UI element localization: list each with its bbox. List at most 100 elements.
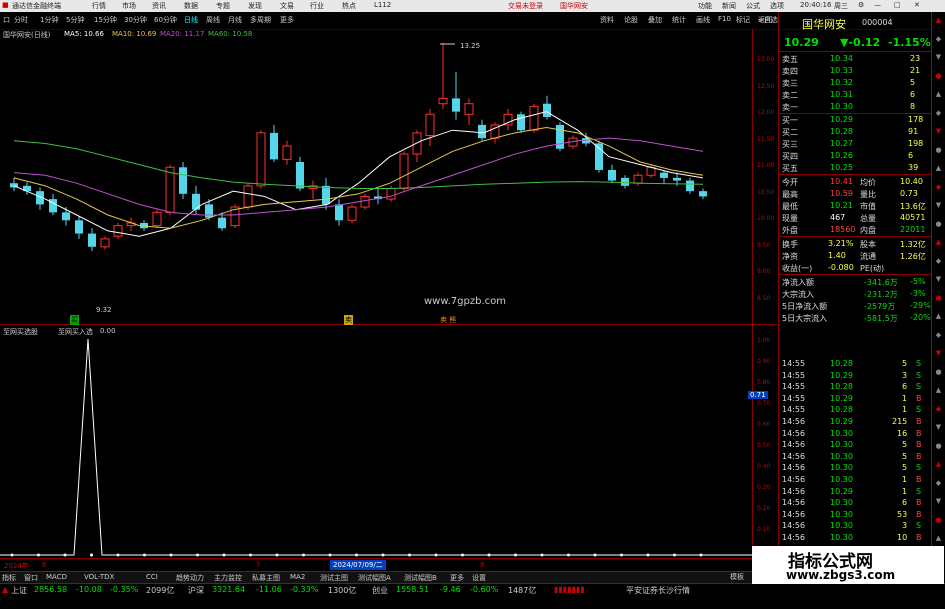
side-tool-icon[interactable]: ▼ — [933, 201, 944, 212]
indicator-tab[interactable]: MA2 — [290, 573, 305, 581]
quote-price-row: 10.29 ▼-0.12 -1.15% — [780, 36, 931, 50]
indicator-name[interactable]: 至网买选股 — [3, 327, 38, 337]
trade-login-link[interactable]: 交易未登录 — [508, 1, 543, 11]
maximize-icon[interactable]: □ — [894, 1, 901, 9]
period-15m[interactable]: 15分钟 — [94, 15, 117, 25]
side-tool-icon[interactable]: ▲ — [933, 238, 944, 249]
period-more[interactable]: 更多 — [280, 15, 294, 25]
indicator-tab[interactable]: CCI — [146, 573, 158, 581]
period-60m[interactable]: 60分钟 — [154, 15, 177, 25]
status-sh-label[interactable]: 上证 — [11, 585, 27, 596]
side-tool-icon[interactable]: ▼ — [933, 275, 944, 286]
indicator-tab[interactable]: VOL-TDX — [84, 573, 114, 581]
status-sz-label[interactable]: 沪深 — [188, 585, 204, 596]
trade-side: B — [916, 440, 922, 450]
side-tool-icon[interactable]: ◆ — [933, 331, 944, 342]
side-tool-icon[interactable]: ● — [933, 146, 944, 157]
indicator-chart[interactable] — [0, 337, 752, 557]
side-tool-icon[interactable]: ◆ — [933, 257, 944, 268]
side-tool-icon[interactable]: ● — [933, 72, 944, 83]
ask-volume: 5 — [910, 78, 916, 87]
status-sh-pct: -0.35% — [110, 585, 139, 594]
period-5m[interactable]: 5分钟 — [66, 15, 84, 25]
indicator-tab[interactable]: 设置 — [472, 573, 486, 583]
tool-stats[interactable]: 统计 — [672, 15, 686, 25]
tool-discuss[interactable]: 论股 — [624, 15, 638, 25]
period-daily[interactable]: 日线 — [184, 15, 198, 25]
side-tool-icon[interactable]: ● — [933, 442, 944, 453]
menu-newsfeed[interactable]: 新闻 — [722, 1, 736, 11]
indicator-value: 0.00 — [100, 327, 116, 335]
tool-mark[interactable]: 标记 — [736, 15, 750, 25]
side-tool-icon[interactable]: ▲ — [933, 386, 944, 397]
indicator-tab[interactable]: 更多 — [450, 573, 464, 583]
template-tab[interactable]: 模板 — [730, 572, 744, 582]
side-tool-icon[interactable]: ▲ — [933, 534, 944, 545]
menu-market[interactable]: 市场 — [122, 1, 136, 11]
tool-overlay[interactable]: 叠加 — [648, 15, 662, 25]
trade-volume: 53 — [897, 509, 908, 519]
side-tool-icon[interactable]: ▲ — [933, 164, 944, 175]
side-tool-icon[interactable]: ◆ — [933, 183, 944, 194]
close-icon[interactable]: ✕ — [914, 1, 920, 9]
period-weekly[interactable]: 周线 — [206, 15, 220, 25]
menu-data[interactable]: 数据 — [184, 1, 198, 11]
indicator-tab[interactable]: 主力监控 — [214, 573, 242, 583]
indicator-tab[interactable]: 私募主图 — [252, 573, 280, 583]
menu-topic[interactable]: 专题 — [216, 1, 230, 11]
kline-chart[interactable] — [0, 40, 752, 324]
menu-hot[interactable]: 热点 — [342, 1, 356, 11]
indicator-tab[interactable]: 测试主图 — [320, 573, 348, 583]
menu-formula[interactable]: 公式 — [746, 1, 760, 11]
side-tool-icon[interactable]: ▼ — [933, 423, 944, 434]
settings-icon[interactable]: ⚙ — [858, 1, 864, 9]
indicator-tab[interactable]: 指标 — [2, 573, 16, 583]
minimize-icon[interactable]: — — [874, 1, 881, 9]
status-cy-label[interactable]: 创业 — [372, 585, 388, 596]
menu-l112[interactable]: L112 — [374, 1, 391, 9]
period-monthly[interactable]: 月线 — [228, 15, 242, 25]
time-axis: 2024年 6 7 2024/07/09/二 8 — [0, 558, 752, 571]
menu-hq[interactable]: 行情 — [92, 1, 106, 11]
candle-body — [633, 174, 643, 184]
indicator-tab[interactable]: 窗口 — [24, 573, 38, 583]
menu-news[interactable]: 资讯 — [152, 1, 166, 11]
current-stock-link[interactable]: 国华网安 — [560, 1, 588, 11]
trade-side: B — [916, 428, 922, 438]
period-window[interactable]: 口 — [3, 15, 10, 25]
side-tool-icon[interactable]: ● — [933, 516, 944, 527]
side-tool-icon[interactable]: ◆ — [933, 35, 944, 46]
period-30m[interactable]: 30分钟 — [124, 15, 147, 25]
side-tool-icon[interactable]: ▼ — [933, 127, 944, 138]
menu-industry[interactable]: 行业 — [310, 1, 324, 11]
indicator-tab[interactable]: 测试幅图B — [404, 573, 437, 583]
side-tool-icon[interactable]: ◆ — [933, 109, 944, 120]
side-tool-icon[interactable]: ▼ — [933, 53, 944, 64]
side-tool-icon[interactable]: ▲ — [933, 90, 944, 101]
side-tool-icon[interactable]: ◆ — [933, 405, 944, 416]
tool-f10[interactable]: F10 — [718, 15, 731, 23]
period-tick[interactable]: 分时 — [14, 15, 28, 25]
menu-wenyi[interactable]: 文易 — [280, 1, 294, 11]
period-1m[interactable]: 1分钟 — [40, 15, 58, 25]
tool-back[interactable]: 返回 — [758, 15, 772, 25]
menu-options[interactable]: 选项 — [770, 1, 784, 11]
side-tool-icon[interactable]: ● — [933, 220, 944, 231]
tool-profile[interactable]: 资料 — [600, 15, 614, 25]
tool-draw[interactable]: 画线 — [696, 15, 710, 25]
right-scrollbar[interactable]: ▲◆▼●▲◆▼●▲◆▼●▲◆▼●▲◆▼●▲◆▼●▲◆▼●▲◆ — [931, 12, 945, 583]
side-tool-icon[interactable]: ◆ — [933, 479, 944, 490]
side-tool-icon[interactable]: ▼ — [933, 497, 944, 508]
indicator-tab[interactable]: 测试幅图A — [358, 573, 391, 583]
period-multi[interactable]: 多周期 — [250, 15, 271, 25]
indicator-tab[interactable]: MACD — [46, 573, 67, 581]
side-tool-icon[interactable]: ▼ — [933, 349, 944, 360]
menu-function[interactable]: 功能 — [698, 1, 712, 11]
side-tool-icon[interactable]: ▲ — [933, 312, 944, 323]
side-tool-icon[interactable]: ● — [933, 368, 944, 379]
menu-discover[interactable]: 发现 — [248, 1, 262, 11]
side-tool-icon[interactable]: ▲ — [933, 460, 944, 471]
side-tool-icon[interactable]: ▲ — [933, 16, 944, 27]
indicator-tab[interactable]: 趋势动力 — [176, 573, 204, 583]
side-tool-icon[interactable]: ● — [933, 294, 944, 305]
